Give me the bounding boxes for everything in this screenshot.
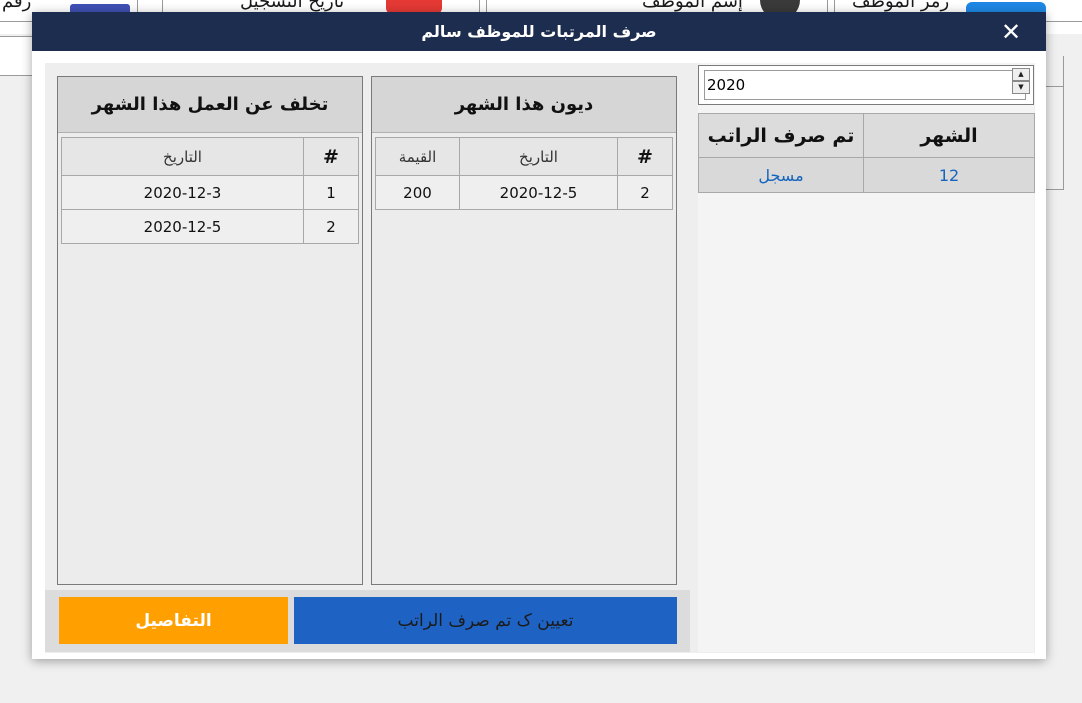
- year-input[interactable]: 2020: [704, 70, 1026, 100]
- bg-label-employee-code: رمز الموظف: [852, 0, 950, 12]
- bg-label-employee-name: إسم الموظف: [642, 0, 743, 12]
- close-icon[interactable]: ✕: [994, 15, 1028, 49]
- column-header-month[interactable]: الشهر: [863, 113, 1035, 158]
- year-spin-down-icon[interactable]: ▼: [1012, 81, 1030, 94]
- table-row[interactable]: مسجل 12: [698, 157, 1035, 193]
- table-row[interactable]: 2020-12-5 2: [61, 209, 359, 244]
- debts-panel-title: ديون هذا الشهر: [372, 77, 676, 133]
- bg-frame-left: [0, 36, 34, 76]
- debts-table-header-row: القيمة التاريخ #: [375, 137, 673, 176]
- cell-date: 2020-12-3: [61, 175, 304, 210]
- debts-table: القيمة التاريخ # 200 2020-12-5 2: [375, 137, 673, 210]
- column-header-date[interactable]: التاريخ: [61, 137, 304, 176]
- column-header-date[interactable]: التاريخ: [459, 137, 618, 176]
- dialog-titlebar: صرف المرتبات للموظف سالم ✕: [32, 12, 1046, 51]
- absence-table-header-row: التاريخ #: [61, 137, 359, 176]
- year-spin-up-icon[interactable]: ▲: [1012, 68, 1030, 81]
- column-header-index[interactable]: #: [303, 137, 359, 176]
- cell-date: 2020-12-5: [459, 175, 618, 210]
- bg-label-registration-date: تاريخ التسجيل: [240, 0, 345, 12]
- absence-table: التاريخ # 2020-12-3 1 2020-12-5 2: [61, 137, 359, 244]
- details-button[interactable]: التفاصيل: [59, 597, 288, 644]
- cell-date: 2020-12-5: [61, 209, 304, 244]
- cell-index: 2: [303, 209, 359, 244]
- column-header-index[interactable]: #: [617, 137, 673, 176]
- column-header-value[interactable]: القيمة: [375, 137, 460, 176]
- months-table: تم صرف الراتب الشهر مسجل 12: [698, 113, 1035, 193]
- cell-salary-status[interactable]: مسجل: [698, 157, 864, 193]
- dialog-title: صرف المرتبات للموظف سالم: [421, 22, 657, 41]
- bg-label-employee-number: رقم: [2, 0, 32, 12]
- absence-panel-title: تخلف عن العمل هذا الشهر: [58, 77, 362, 133]
- cell-index: 2: [617, 175, 673, 210]
- mark-salary-paid-button[interactable]: تعيين ک تم صرف الراتب: [294, 597, 677, 644]
- table-row[interactable]: 2020-12-3 1: [61, 175, 359, 210]
- table-row[interactable]: 200 2020-12-5 2: [375, 175, 673, 210]
- cell-value: 200: [375, 175, 460, 210]
- column-header-salary-paid[interactable]: تم صرف الراتب: [698, 113, 864, 158]
- cell-month[interactable]: 12: [863, 157, 1035, 193]
- months-table-header-row: تم صرف الراتب الشهر: [698, 113, 1035, 158]
- cell-index: 1: [303, 175, 359, 210]
- year-selector: 2020 ▲ ▼: [698, 65, 1034, 105]
